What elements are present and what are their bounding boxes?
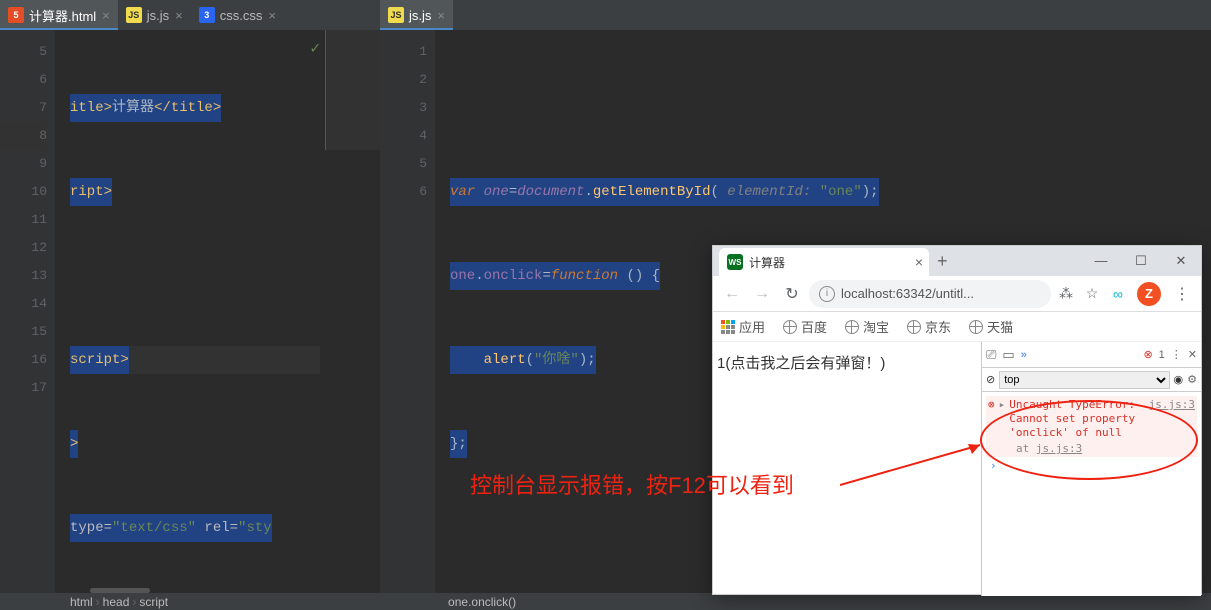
bookmarks-bar: 应用 百度 淘宝 京东 天猫	[713, 312, 1201, 342]
left-editor-pane: 5 计算器.html × JS js.js × 3 css.css × 567 …	[0, 0, 380, 593]
close-icon[interactable]: ×	[102, 8, 110, 23]
tab-calculator-html[interactable]: 5 计算器.html ×	[0, 0, 118, 30]
close-icon[interactable]: ×	[268, 8, 276, 23]
context-select[interactable]: top	[999, 371, 1169, 389]
apps-button[interactable]: 应用	[721, 317, 765, 336]
right-gutter: 123 456	[380, 30, 435, 593]
breadcrumb-left[interactable]: html›head›script	[0, 595, 168, 609]
error-body: Cannot set property 'onclick' of null	[1009, 412, 1135, 439]
close-icon[interactable]: ×	[175, 8, 183, 23]
inspect-icon[interactable]: ⎚	[986, 347, 996, 363]
site-info-icon[interactable]: i	[819, 286, 835, 302]
new-tab-button[interactable]: +	[937, 251, 948, 272]
stack-location[interactable]: js.js:3	[1036, 442, 1082, 455]
devtools-menu-icon[interactable]: ⋮	[1171, 348, 1182, 361]
gear-icon[interactable]: ⚙	[1187, 373, 1197, 386]
bookmark-jd[interactable]: 京东	[907, 317, 951, 336]
clear-icon[interactable]: ⊘	[986, 373, 995, 386]
close-icon[interactable]: ×	[915, 254, 923, 270]
avatar[interactable]: Z	[1137, 282, 1161, 306]
left-gutter: 567 8910 111213 141516 17	[0, 30, 55, 593]
console-prompt[interactable]: ›	[986, 457, 1197, 474]
extension-icon[interactable]: ∞	[1107, 286, 1129, 302]
close-icon[interactable]: ×	[437, 8, 445, 23]
url-text: localhost:63342/untitl...	[841, 286, 974, 301]
tab-css[interactable]: 3 css.css ×	[191, 0, 284, 30]
back-icon[interactable]: ←	[719, 285, 745, 303]
error-location[interactable]: js.js:3	[1149, 398, 1195, 412]
tab-label: 计算器.html	[29, 6, 96, 25]
left-tabs: 5 计算器.html × JS js.js × 3 css.css ×	[0, 0, 380, 30]
js-file-icon: JS	[388, 7, 404, 23]
reload-icon[interactable]: ↻	[779, 284, 805, 304]
globe-icon	[969, 320, 983, 334]
star-icon[interactable]: ☆	[1081, 285, 1103, 302]
html-file-icon: 5	[8, 7, 24, 23]
tab-label: js.js	[409, 8, 431, 23]
console-filter: ⊘ top ◉ ⚙	[982, 368, 1201, 392]
devtools-tabs: ⎚ ▭ » ⊗ 1 ⋮ ✕	[982, 342, 1201, 368]
globe-icon	[783, 320, 797, 334]
globe-icon	[907, 320, 921, 334]
site-icon: WS	[727, 254, 743, 270]
browser-window: WS 计算器 × + — ☐ ✕ ← → ↻ i localhost:63342…	[712, 245, 1202, 595]
bookmark-baidu[interactable]: 百度	[783, 317, 827, 336]
error-title: Uncaught TypeError:	[1009, 398, 1135, 411]
filter-icon[interactable]: ◉	[1174, 373, 1184, 386]
device-icon[interactable]: ▭	[1002, 347, 1014, 363]
tab-js-right[interactable]: JS js.js ×	[380, 0, 453, 30]
tab-label: js.js	[147, 8, 169, 23]
left-code[interactable]: itle>计算器</title> ript> script> > type="t…	[55, 30, 320, 593]
css-file-icon: 3	[199, 7, 215, 23]
bookmark-taobao[interactable]: 淘宝	[845, 317, 889, 336]
breadcrumb-right[interactable]: one.onclick()	[168, 595, 516, 609]
browser-tab[interactable]: WS 计算器 ×	[719, 248, 929, 276]
error-count: 1	[1159, 349, 1165, 361]
browser-toolbar: ← → ↻ i localhost:63342/untitl... ⁂ ☆ ∞ …	[713, 276, 1201, 312]
page-content: 1(点击我之后会有弹窗！)	[713, 342, 981, 596]
globe-icon	[845, 320, 859, 334]
bookmark-tmall[interactable]: 天猫	[969, 317, 1013, 336]
browser-titlebar: WS 计算器 × + — ☐ ✕	[713, 246, 1201, 276]
error-stack: at js.js:3	[986, 442, 1197, 457]
maximize-icon[interactable]: ☐	[1121, 253, 1161, 269]
error-icon: ⊗	[1143, 348, 1152, 361]
error-icon: ⊗	[988, 398, 995, 440]
translate-icon[interactable]: ⁂	[1055, 285, 1077, 302]
minimap[interactable]	[325, 30, 380, 150]
overflow-icon[interactable]: »	[1021, 349, 1138, 361]
devtools-close-icon[interactable]: ✕	[1188, 348, 1197, 361]
forward-icon[interactable]: →	[749, 285, 775, 303]
minimize-icon[interactable]: —	[1081, 253, 1121, 269]
menu-icon[interactable]: ⋮	[1169, 284, 1195, 304]
browser-tab-title: 计算器	[749, 254, 785, 271]
right-tabs: JS js.js ×	[380, 0, 1211, 30]
window-close-icon[interactable]: ✕	[1161, 253, 1201, 269]
tab-label: css.css	[220, 8, 263, 23]
console-output[interactable]: ⊗ ▸ Uncaught TypeError: js.js:3 Cannot s…	[982, 392, 1201, 478]
page-text[interactable]: 1(点击我之后会有弹窗！)	[717, 355, 885, 372]
js-file-icon: JS	[126, 7, 142, 23]
devtools-panel: ⎚ ▭ » ⊗ 1 ⋮ ✕ ⊘ top ◉ ⚙ ⊗ ▸ Uncaught Typ	[981, 342, 1201, 596]
url-bar[interactable]: i localhost:63342/untitl...	[809, 280, 1051, 308]
tab-js-left[interactable]: JS js.js ×	[118, 0, 191, 30]
